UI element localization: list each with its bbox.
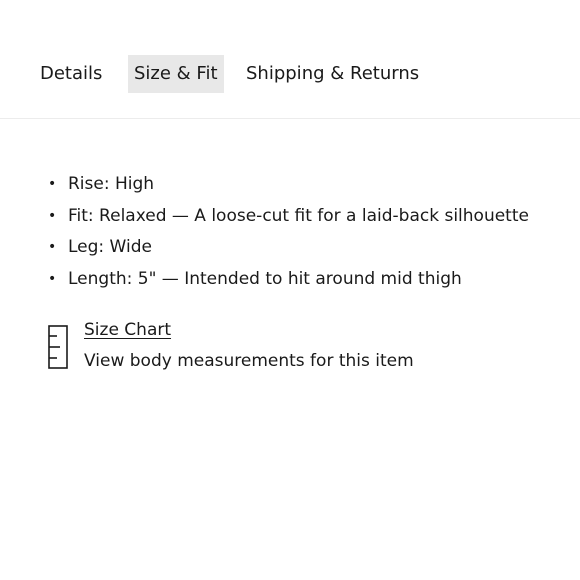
size-chart-link[interactable]: Size Chart: [84, 315, 171, 345]
list-item-rise: Rise: High: [48, 169, 529, 201]
fit-details-list: Rise: High Fit: Relaxed — A loose-cut fi…: [48, 169, 529, 295]
list-item-leg: Leg: Wide: [48, 232, 529, 264]
tab-shipping-and-returns[interactable]: Shipping & Returns: [240, 55, 425, 93]
tab-bar: Details Size & Fit Shipping & Returns: [0, 0, 580, 119]
tab-size-and-fit[interactable]: Size & Fit: [128, 55, 224, 93]
list-item-fit: Fit: Relaxed — A loose-cut fit for a lai…: [48, 201, 529, 233]
list-item-length: Length: 5" — Intended to hit around mid …: [48, 264, 529, 296]
size-chart-description: View body measurements for this item: [84, 351, 414, 371]
ruler-icon: [48, 325, 68, 369]
tab-details[interactable]: Details: [34, 55, 108, 93]
